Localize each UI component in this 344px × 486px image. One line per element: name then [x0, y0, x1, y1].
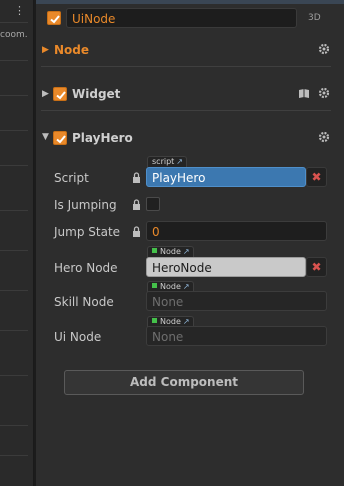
script-field[interactable]: PlayHero	[146, 167, 306, 187]
hero-node-field[interactable]: HeroNode	[146, 257, 306, 277]
node-type-icon	[152, 283, 157, 288]
inspector-panel: UiNode 3D ▶ Node ▶ Widget ▼ PlayHero scr…	[36, 0, 344, 486]
section-widget-header[interactable]: ▶ Widget	[42, 84, 330, 106]
prop-label-skill-node: Skill Node	[54, 295, 114, 309]
section-title: Node	[54, 43, 90, 57]
truncated-label: coom.	[0, 30, 28, 40]
check-icon	[56, 135, 66, 144]
row-divider	[0, 375, 28, 376]
row-divider	[0, 60, 28, 61]
check-icon	[50, 15, 60, 24]
collapse-arrow-icon[interactable]: ▶	[42, 45, 49, 55]
row-divider	[0, 425, 28, 426]
prop-label-hero-node: Hero Node	[54, 261, 118, 275]
section-divider	[41, 110, 331, 111]
row-divider	[0, 95, 28, 96]
clear-hero-node-button[interactable]: ✖	[306, 257, 327, 277]
row-divider	[0, 250, 28, 251]
type-tag-node: Node ↗	[147, 246, 194, 257]
prop-label-jump-state: Jump State	[54, 225, 121, 239]
external-link-icon[interactable]: ↗	[183, 247, 190, 257]
gear-icon[interactable]	[318, 131, 330, 143]
playhero-enabled-checkbox[interactable]	[53, 131, 67, 145]
section-node-header[interactable]: ▶ Node	[42, 40, 330, 62]
type-tag-label: script	[152, 157, 175, 166]
gear-icon[interactable]	[318, 43, 330, 55]
book-icon[interactable]	[298, 88, 310, 99]
section-title: Widget	[72, 87, 121, 101]
prop-label-ui-node: Ui Node	[54, 330, 102, 344]
jump-state-input[interactable]: 0	[146, 221, 327, 241]
ui-node-field[interactable]: None	[146, 326, 327, 346]
type-tag-label: Node	[160, 247, 181, 256]
lock-icon[interactable]	[132, 199, 141, 210]
section-divider	[41, 66, 331, 67]
section-title: PlayHero	[72, 131, 133, 145]
row-divider	[0, 330, 28, 331]
row-divider	[0, 210, 28, 211]
node-type-icon	[152, 318, 157, 323]
node-type-icon	[152, 248, 157, 253]
prop-label-script: Script	[54, 171, 89, 185]
hierarchy-panel-edge: ⋮ coom.	[0, 0, 34, 486]
row-divider	[0, 455, 28, 456]
inspector-top-bar	[36, 0, 344, 4]
prop-label-is-jumping: Is Jumping	[54, 198, 117, 212]
section-playhero-header[interactable]: ▼ PlayHero	[42, 128, 330, 150]
gear-icon[interactable]	[318, 87, 330, 99]
lock-icon[interactable]	[132, 226, 141, 237]
add-component-button[interactable]: Add Component	[64, 370, 304, 395]
type-tag-label: Node	[160, 317, 181, 326]
collapse-arrow-icon[interactable]: ▶	[42, 89, 49, 99]
row-divider	[0, 290, 28, 291]
type-tag-script: script ↗	[147, 156, 187, 167]
row-divider	[0, 22, 28, 23]
check-icon	[56, 91, 66, 100]
node-active-checkbox[interactable]	[47, 11, 61, 25]
3d-toggle[interactable]: 3D	[308, 13, 321, 23]
type-tag-label: Node	[160, 282, 181, 291]
panel-menu-icon[interactable]: ⋮	[14, 4, 25, 17]
node-name-input[interactable]: UiNode	[66, 8, 297, 28]
clear-script-button[interactable]: ✖	[306, 167, 327, 187]
is-jumping-checkbox[interactable]	[146, 197, 160, 211]
expand-arrow-icon[interactable]: ▼	[42, 132, 49, 142]
widget-enabled-checkbox[interactable]	[53, 87, 67, 101]
external-link-icon[interactable]: ↗	[176, 157, 183, 167]
lock-icon[interactable]	[132, 172, 141, 183]
row-divider	[0, 165, 28, 166]
row-divider	[0, 130, 28, 131]
skill-node-field[interactable]: None	[146, 291, 327, 311]
